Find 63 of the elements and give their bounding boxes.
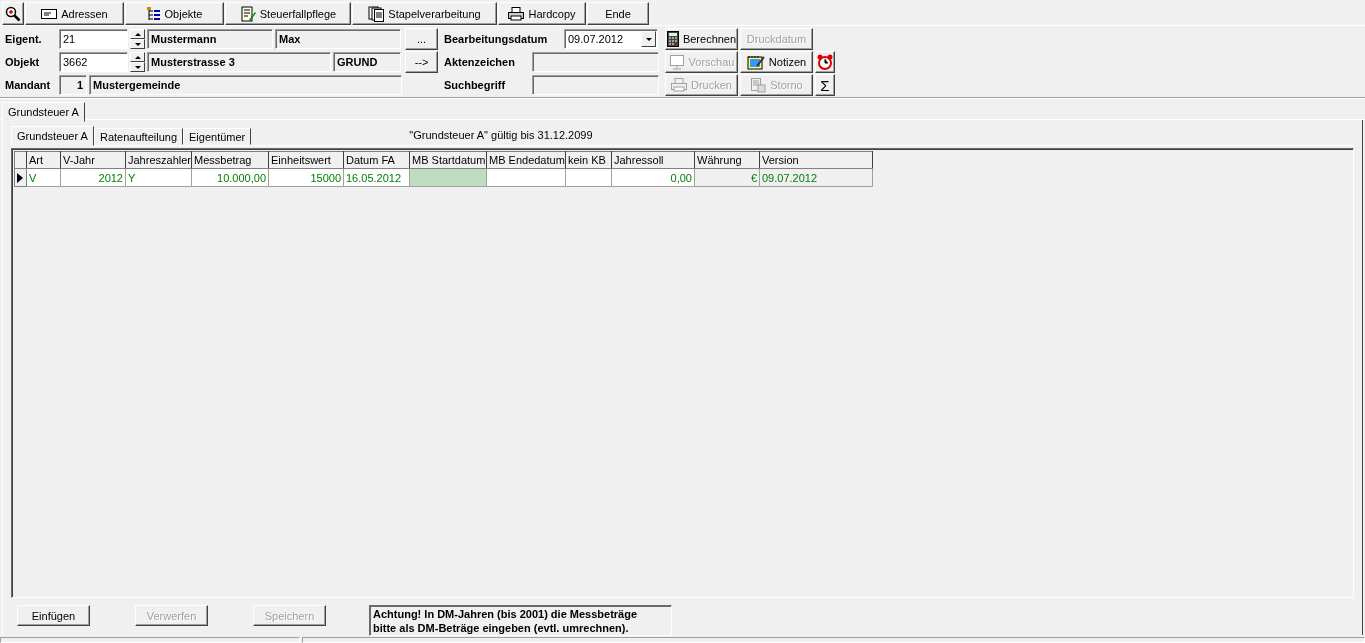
document-icon bbox=[750, 77, 767, 93]
field-label: Suchbegriff bbox=[444, 79, 507, 91]
printer-icon bbox=[508, 6, 525, 21]
zoom-button[interactable] bbox=[2, 2, 24, 25]
date-dropdown[interactable]: 09.07.2012 bbox=[564, 29, 658, 49]
column-header[interactable]: MB Startdatum bbox=[409, 151, 487, 169]
tab[interactable]: Ratenaufteilung bbox=[93, 128, 183, 145]
go-button[interactable]: --> bbox=[405, 51, 438, 73]
spinner[interactable] bbox=[130, 52, 145, 72]
toolbar-button[interactable]: Adressen bbox=[25, 2, 124, 25]
column-header[interactable]: MB Endedatum bbox=[486, 151, 566, 169]
alarm-clock-button[interactable] bbox=[815, 51, 835, 73]
documents-icon bbox=[368, 5, 385, 22]
column-header[interactable]: Jahressoll bbox=[611, 151, 695, 169]
document-pencil-icon bbox=[239, 5, 256, 22]
header-cell bbox=[14, 151, 27, 169]
envelope-icon bbox=[41, 8, 58, 19]
action-button[interactable]: Notizen bbox=[740, 51, 813, 73]
column-header[interactable]: Art bbox=[26, 151, 61, 169]
field-label: Mandant bbox=[5, 79, 52, 91]
column-header[interactable]: V-Jahr bbox=[60, 151, 126, 169]
footer-button[interactable]: Einfügen bbox=[17, 605, 90, 626]
calculator-icon bbox=[666, 31, 679, 47]
tab[interactable]: Eigentümer bbox=[183, 128, 252, 145]
toolbar-button[interactable]: Stapelverarbeitung bbox=[352, 2, 497, 25]
column-header[interactable]: Version bbox=[759, 151, 873, 169]
field-label: Aktenzeichen bbox=[444, 56, 516, 68]
name-field: Max bbox=[275, 29, 401, 49]
name-field: Mustergemeinde bbox=[89, 75, 402, 95]
column-header[interactable]: Einheitswert bbox=[268, 151, 344, 169]
column-header[interactable]: Messbetrag bbox=[191, 151, 269, 169]
tree-icon bbox=[146, 6, 161, 21]
browse-button[interactable]: ... bbox=[405, 28, 438, 50]
magnifier-icon bbox=[5, 5, 21, 22]
action-button[interactable]: Berechnen bbox=[665, 28, 738, 50]
name-field: Mustermann bbox=[147, 29, 273, 49]
spinner[interactable] bbox=[130, 29, 145, 49]
column-header[interactable]: Datum FA bbox=[343, 151, 410, 169]
toolbar-button[interactable]: Hardcopy bbox=[498, 2, 586, 25]
notepad-icon bbox=[746, 54, 765, 70]
alarm-clock-icon bbox=[817, 54, 833, 70]
field-label: Objekt bbox=[5, 56, 41, 68]
number-field: 1 bbox=[59, 75, 87, 95]
data-grid[interactable]: Art V-Jahr Jahreszahler Messbetrag Einheitswert Datum FA MB Startdatum MB Endedatum kein KB Jahressoll Währung Version V 2012 Y 10.000,00 15000 16.05.2012 0,00 € 09.07.2012 bbox=[11, 148, 1354, 598]
monitor-icon bbox=[668, 54, 685, 70]
column-header[interactable]: Währung bbox=[694, 151, 760, 169]
tab[interactable]: Grundsteuer A bbox=[2, 102, 85, 122]
printer-icon bbox=[671, 78, 687, 92]
number-field[interactable]: 21 bbox=[59, 29, 128, 49]
toolbar-button[interactable]: Objekte bbox=[125, 2, 224, 25]
column-header[interactable]: kein KB bbox=[565, 151, 612, 169]
field-label: Bearbeitungsdatum bbox=[444, 33, 549, 45]
column-header[interactable]: Jahreszahler bbox=[125, 151, 192, 169]
street-field: Musterstrasse 3 bbox=[147, 52, 331, 72]
tab[interactable]: Grundsteuer A bbox=[11, 126, 94, 146]
sum-button[interactable]: Σ bbox=[815, 74, 835, 96]
number-field[interactable]: 3662 bbox=[59, 52, 128, 72]
toolbar-button[interactable]: Ende bbox=[587, 2, 649, 25]
type-field: GRUND bbox=[333, 52, 401, 72]
validity-note: "Grundsteuer A" gültig bis 31.12.2099 bbox=[409, 128, 593, 141]
toolbar-button[interactable]: Steuerfallpflege bbox=[225, 2, 351, 25]
field-label: Eigent. bbox=[5, 33, 43, 45]
warning-message: Achtung! In DM-Jahren (bis 2001) die Messbeträge bitte als DM-Beträge eingeben (evtl. umrechnen). bbox=[369, 605, 672, 636]
